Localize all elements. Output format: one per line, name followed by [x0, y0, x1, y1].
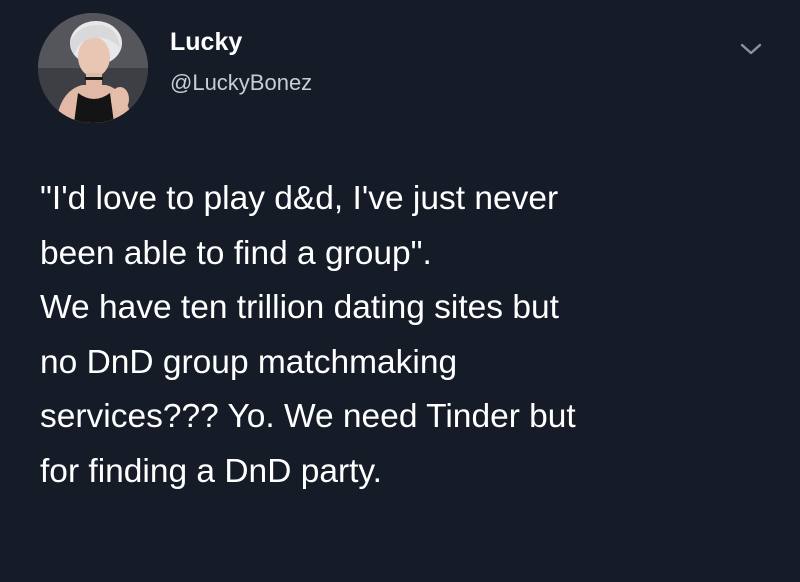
tweet-text-line: been able to find a group".: [40, 234, 432, 272]
tweet-text-line: services??? Yo. We need Tinder but: [40, 398, 576, 435]
avatar-photo-icon: [38, 13, 148, 123]
tweet-text-line: We have ten trillion dating sites but: [40, 289, 559, 326]
tweet-text-line: "I'd love to play d&d, I've just never: [40, 180, 559, 217]
tweet-text-line: no DnD group matchmaking: [40, 343, 458, 381]
tweet-card: Lucky @LuckyBonez "I'd love to play d&d,…: [0, 0, 800, 582]
tweet-text: "I'd love to play d&d, I've just never b…: [40, 172, 780, 499]
author-handle[interactable]: @LuckyBonez: [170, 70, 312, 96]
tweet-text-line: for finding a DnD party.: [40, 452, 382, 490]
chevron-down-icon: [740, 43, 762, 55]
author-display-name[interactable]: Lucky: [170, 28, 242, 57]
tweet-menu-button[interactable]: [738, 40, 764, 58]
author-avatar[interactable]: [38, 13, 148, 123]
